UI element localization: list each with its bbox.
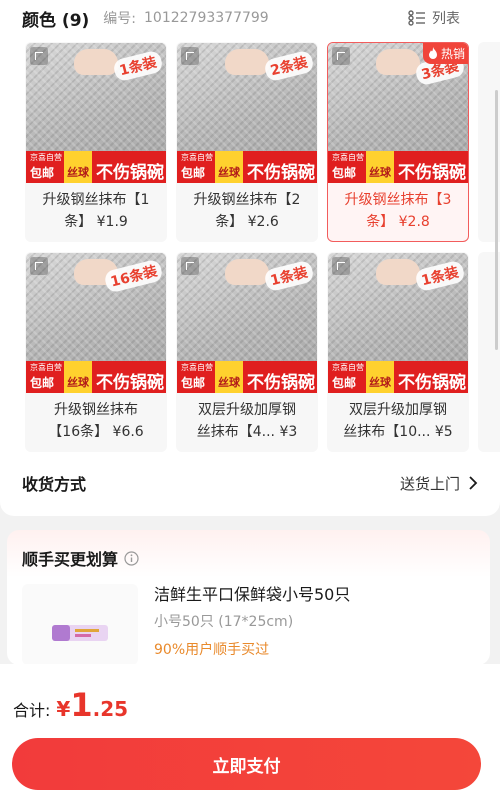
promo-ribbon: 京喜自营 包邮 丝球 不伤锅碗 bbox=[177, 361, 317, 393]
promo-ribbon: 京喜自营 包邮 丝球 不伤锅碗 bbox=[26, 361, 166, 393]
ribbon-tag-c: 丝球 bbox=[215, 151, 243, 183]
promo-ribbon: 京喜自营 包邮 丝球 不伤锅碗 bbox=[177, 151, 317, 183]
list-view-toggle[interactable]: 列表 bbox=[408, 8, 460, 28]
ribbon-tag-a: 京喜自营 bbox=[30, 153, 62, 162]
expand-icon[interactable] bbox=[30, 47, 48, 65]
addon-purchase-stat: 90%用户顺手买过 bbox=[154, 642, 270, 658]
hot-sale-label: 热销 bbox=[440, 47, 465, 61]
variant-card[interactable]: 16条装 京喜自营 包邮 丝球 不伤锅碗 升级钢丝抹布 【16条】 ¥6.6 bbox=[25, 252, 167, 452]
sku-label: 编号: bbox=[103, 11, 137, 27]
promo-ribbon: 京喜自营 包邮 丝球 不伤锅碗 bbox=[26, 151, 166, 183]
variant-label: 升级钢丝抹布【1 条】 ¥1.9 bbox=[42, 192, 150, 230]
addon-title-text: 顺手买更划算 bbox=[22, 550, 119, 569]
variant-label: 升级钢丝抹布【2 条】 ¥2.6 bbox=[193, 192, 301, 230]
ribbon-tag-b: 包邮 bbox=[181, 166, 206, 180]
ribbon-tag-a: 京喜自营 bbox=[332, 153, 364, 162]
total-label: 合计: bbox=[13, 701, 51, 720]
ribbon-tag-a: 京喜自营 bbox=[30, 363, 62, 372]
addon-product-image[interactable] bbox=[22, 584, 138, 665]
delivery-value: 送货上门 bbox=[400, 473, 478, 494]
ribbon-tag-c: 丝球 bbox=[366, 151, 394, 183]
expand-icon[interactable] bbox=[332, 47, 350, 65]
ribbon-tag-a: 京喜自营 bbox=[181, 153, 213, 162]
variant-card[interactable]: 1条装 京喜自营 包邮 丝球 不伤锅碗 升级钢丝抹布【1 条】 ¥1.9 bbox=[25, 42, 167, 242]
delivery-label: 收货方式 bbox=[22, 475, 87, 494]
sku-selector-panel: 颜色 (9) 编号: 10122793377799 列表 1条装 京喜自营 包邮 bbox=[0, 0, 500, 516]
list-view-label: 列表 bbox=[432, 11, 460, 27]
ribbon-tag-b: 包邮 bbox=[30, 166, 55, 180]
expand-icon[interactable] bbox=[181, 47, 199, 65]
ribbon-tag-d: 不伤锅碗 bbox=[398, 163, 466, 183]
ribbon-tag-d: 不伤锅碗 bbox=[247, 373, 315, 393]
expand-icon[interactable] bbox=[181, 257, 199, 275]
order-total: 合计: ¥ 1 .25 bbox=[13, 686, 128, 724]
variant-label: 双层升级加厚钢 丝抹布【10... ¥5 bbox=[343, 402, 453, 440]
product-image: 1条装 京喜自营 包邮 丝球 不伤锅碗 bbox=[26, 43, 166, 183]
product-image: 3条装 热销 京喜自营 包邮 丝球 不伤锅碗 bbox=[328, 43, 468, 183]
chevron-right-icon bbox=[469, 476, 478, 490]
ribbon-tag-c: 丝球 bbox=[366, 361, 394, 393]
ribbon-tag-a: 京喜自营 bbox=[181, 363, 213, 372]
ribbon-tag-b: 包邮 bbox=[30, 376, 55, 390]
ribbon-tag-b: 包邮 bbox=[181, 376, 206, 390]
addon-product-name[interactable]: 洁鲜生平口保鲜袋小号50只 bbox=[154, 581, 350, 605]
scrollbar[interactable] bbox=[495, 90, 498, 350]
variant-label: 双层升级加厚钢 丝抹布【4... ¥3 bbox=[196, 402, 298, 440]
total-amount-integer: 1 bbox=[70, 686, 93, 724]
addon-recommendation-card: 顺手买更划算 洁鲜生平口保鲜袋小号50只 小号50只 (17*25cm) 90%… bbox=[7, 530, 490, 665]
ribbon-tag-c: 丝球 bbox=[215, 361, 243, 393]
variant-label: 升级钢丝抹布【3 条】 ¥2.8 bbox=[344, 192, 452, 230]
promo-ribbon: 京喜自营 包邮 丝球 不伤锅碗 bbox=[328, 361, 468, 393]
variant-label: 升级钢丝抹布 【16条】 ¥6.6 bbox=[48, 402, 144, 440]
cling-bag-icon bbox=[52, 625, 108, 641]
ribbon-tag-d: 不伤锅碗 bbox=[247, 163, 315, 183]
addon-title: 顺手买更划算 bbox=[22, 546, 139, 570]
addon-product-spec: 小号50只 (17*25cm) bbox=[154, 614, 294, 630]
ribbon-tag-c: 丝球 bbox=[64, 361, 92, 393]
hot-sale-badge: 热销 bbox=[422, 43, 468, 64]
total-amount-decimal: .25 bbox=[92, 697, 129, 721]
color-section-title: 颜色 (9) bbox=[22, 10, 90, 31]
ribbon-tag-b: 包邮 bbox=[332, 376, 357, 390]
expand-icon[interactable] bbox=[30, 257, 48, 275]
checkout-bar: 合计: ¥ 1 .25 立即支付 bbox=[0, 664, 500, 801]
color-header: 颜色 (9) 编号: 10122793377799 bbox=[22, 6, 269, 31]
product-image: 1条装 京喜自营 包邮 丝球 不伤锅碗 bbox=[328, 253, 468, 393]
ribbon-tag-d: 不伤锅碗 bbox=[96, 163, 164, 183]
variant-card-selected[interactable]: 3条装 热销 京喜自营 包邮 丝球 不伤锅碗 升级钢丝抹布【3 条】 ¥2.8 bbox=[327, 42, 469, 242]
expand-icon[interactable] bbox=[332, 257, 350, 275]
product-image: 1条装 京喜自营 包邮 丝球 不伤锅碗 bbox=[177, 253, 317, 393]
sku-value: 10122793377799 bbox=[144, 10, 269, 26]
ribbon-tag-d: 不伤锅碗 bbox=[96, 373, 164, 393]
total-currency: ¥ bbox=[56, 697, 71, 721]
pay-now-button[interactable]: 立即支付 bbox=[12, 738, 481, 790]
ribbon-tag-c: 丝球 bbox=[64, 151, 92, 183]
ribbon-tag-d: 不伤锅碗 bbox=[398, 373, 466, 393]
flame-icon bbox=[428, 47, 437, 59]
product-image: 16条装 京喜自营 包邮 丝球 不伤锅碗 bbox=[26, 253, 166, 393]
list-view-icon bbox=[408, 10, 425, 26]
info-icon[interactable] bbox=[124, 550, 139, 566]
variant-card[interactable]: 2条装 京喜自营 包邮 丝球 不伤锅碗 升级钢丝抹布【2 条】 ¥2.6 bbox=[176, 42, 318, 242]
ribbon-tag-a: 京喜自营 bbox=[332, 363, 364, 372]
variant-card[interactable]: 1条装 京喜自营 包邮 丝球 不伤锅碗 双层升级加厚钢 丝抹布【4... ¥3 bbox=[176, 252, 318, 452]
delivery-method-row[interactable]: 收货方式 送货上门 bbox=[22, 470, 478, 496]
ribbon-tag-b: 包邮 bbox=[332, 166, 357, 180]
delivery-value-text: 送货上门 bbox=[399, 474, 460, 493]
promo-ribbon: 京喜自营 包邮 丝球 不伤锅碗 bbox=[328, 151, 468, 183]
product-image: 2条装 京喜自营 包邮 丝球 不伤锅碗 bbox=[177, 43, 317, 183]
variant-card[interactable]: 1条装 京喜自营 包邮 丝球 不伤锅碗 双层升级加厚钢 丝抹布【10... ¥5 bbox=[327, 252, 469, 452]
